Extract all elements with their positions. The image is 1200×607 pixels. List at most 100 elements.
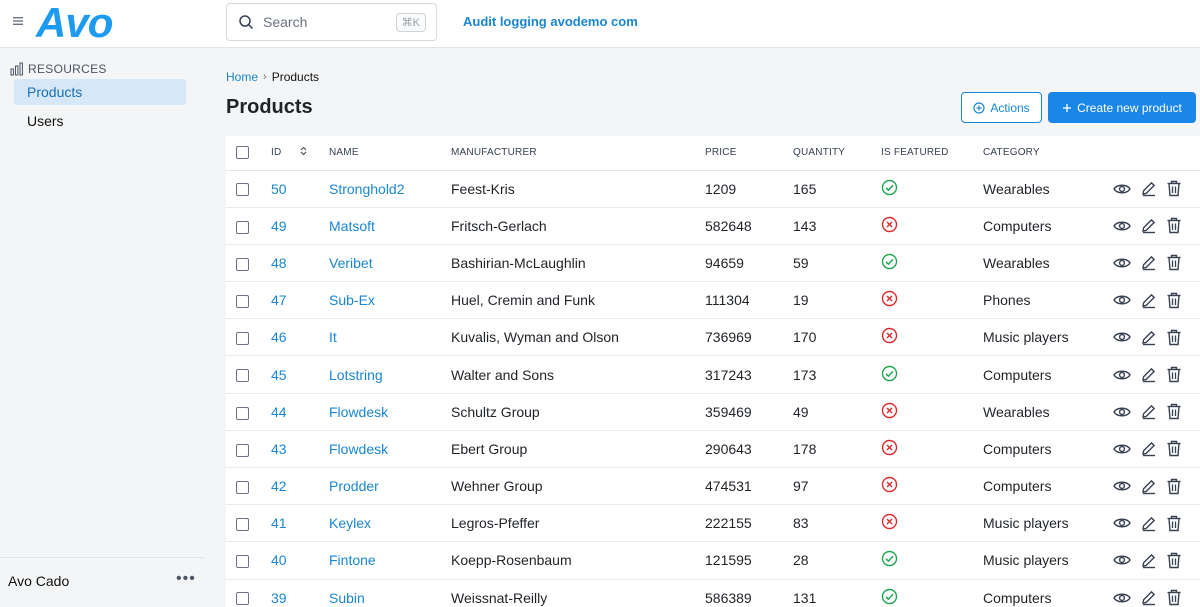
eye-icon[interactable] (1113, 405, 1131, 419)
row-name-link[interactable]: Subin (329, 590, 365, 606)
hamburger-menu-icon[interactable] (12, 14, 26, 30)
pencil-icon[interactable] (1140, 589, 1157, 606)
row-checkbox[interactable] (236, 480, 249, 494)
row-name-link[interactable]: Lotstring (329, 367, 383, 383)
pencil-icon[interactable] (1140, 180, 1157, 197)
row-manufacturer: Ebert Group (450, 430, 704, 469)
table-row: 42 Prodder Wehner Group 474531 97 Comput… (226, 467, 1200, 506)
trash-icon[interactable] (1166, 589, 1182, 606)
pencil-icon[interactable] (1140, 515, 1157, 532)
row-id-link[interactable]: 44 (271, 404, 287, 420)
column-header-id[interactable]: ID (270, 136, 328, 171)
eye-icon[interactable] (1113, 293, 1131, 307)
eye-icon[interactable] (1113, 330, 1131, 344)
pencil-icon[interactable] (1140, 552, 1157, 569)
row-name-link[interactable]: Flowdesk (329, 441, 388, 457)
row-id-link[interactable]: 48 (271, 255, 287, 271)
row-name-link[interactable]: It (329, 329, 337, 345)
column-header-quantity: QUANTITY (792, 136, 880, 171)
row-id-link[interactable]: 43 (271, 441, 287, 457)
eye-icon[interactable] (1113, 516, 1131, 530)
trash-icon[interactable] (1166, 217, 1182, 234)
row-id-link[interactable]: 47 (271, 292, 287, 308)
row-checkbox[interactable] (236, 592, 249, 606)
row-price: 317243 (704, 355, 792, 394)
table-row: 43 Flowdesk Ebert Group 290643 178 Compu… (226, 430, 1200, 469)
table-row: 45 Lotstring Walter and Sons 317243 173 … (226, 355, 1200, 394)
row-checkbox[interactable] (236, 332, 249, 346)
row-featured-cell (880, 170, 982, 208)
column-header-manufacturer: MANUFACTURER (450, 136, 704, 171)
sidebar-item-users[interactable]: Users (14, 108, 186, 134)
row-checkbox[interactable] (236, 220, 249, 234)
eye-icon[interactable] (1113, 553, 1131, 567)
row-name-link[interactable]: Matsoft (329, 218, 375, 234)
row-name-link[interactable]: Fintone (329, 552, 376, 568)
row-id-link[interactable]: 49 (271, 218, 287, 234)
trash-icon[interactable] (1166, 292, 1182, 309)
trash-icon[interactable] (1166, 329, 1182, 346)
pencil-icon[interactable] (1140, 217, 1157, 234)
row-id-link[interactable]: 42 (271, 478, 287, 494)
row-checkbox[interactable] (236, 518, 249, 532)
actions-button[interactable]: Actions (961, 92, 1042, 123)
select-all-checkbox[interactable] (236, 146, 249, 160)
sort-icon[interactable] (300, 146, 307, 159)
app-logo[interactable]: Avo (36, 2, 113, 44)
row-id-link[interactable]: 41 (271, 515, 287, 531)
row-id-link[interactable]: 50 (271, 181, 287, 197)
row-checkbox[interactable] (236, 443, 249, 457)
trash-icon[interactable] (1166, 254, 1182, 271)
search-box[interactable]: Search ⌘K (226, 3, 437, 41)
trash-icon[interactable] (1166, 180, 1182, 197)
row-checkbox[interactable] (236, 294, 249, 308)
user-menu-button[interactable]: ••• (176, 570, 196, 588)
trash-icon[interactable] (1166, 366, 1182, 383)
pencil-icon[interactable] (1140, 478, 1157, 495)
pencil-icon[interactable] (1140, 329, 1157, 346)
breadcrumb-home[interactable]: Home (226, 70, 258, 84)
eye-icon[interactable] (1113, 368, 1131, 382)
row-id-link[interactable]: 46 (271, 329, 287, 345)
trash-icon[interactable] (1166, 440, 1182, 457)
eye-icon[interactable] (1113, 479, 1131, 493)
row-name-link[interactable]: Sub-Ex (329, 292, 375, 308)
row-id-link[interactable]: 40 (271, 552, 287, 568)
trash-icon[interactable] (1166, 478, 1182, 495)
pencil-icon[interactable] (1140, 366, 1157, 383)
row-checkbox[interactable] (236, 369, 249, 383)
create-new-product-button[interactable]: Create new product (1048, 92, 1196, 123)
row-name-link[interactable]: Flowdesk (329, 404, 388, 420)
sidebar-item-products[interactable]: Products (14, 79, 186, 105)
row-select-cell (226, 170, 270, 208)
eye-icon[interactable] (1113, 182, 1131, 196)
eye-icon[interactable] (1113, 219, 1131, 233)
row-id-link[interactable]: 45 (271, 367, 287, 383)
audit-logging-link[interactable]: Audit logging avodemo com (463, 14, 638, 29)
row-name-link[interactable]: Stronghold2 (329, 181, 405, 197)
row-manufacturer: Bashirian-McLaughlin (450, 244, 704, 283)
trash-icon[interactable] (1166, 403, 1182, 420)
pencil-icon[interactable] (1140, 254, 1157, 271)
row-name-link[interactable]: Veribet (329, 255, 373, 271)
row-checkbox[interactable] (236, 257, 249, 271)
pencil-icon[interactable] (1140, 292, 1157, 309)
row-checkbox[interactable] (236, 555, 249, 569)
pencil-icon[interactable] (1140, 440, 1157, 457)
row-price: 222155 (704, 504, 792, 543)
eye-icon[interactable] (1113, 256, 1131, 270)
eye-icon[interactable] (1113, 442, 1131, 456)
row-checkbox[interactable] (236, 183, 249, 197)
table-row: 50 Stronghold2 Feest-Kris 1209 165 Weara… (226, 170, 1200, 208)
pencil-icon[interactable] (1140, 403, 1157, 420)
sidebar-section-label: RESOURCES (28, 62, 107, 76)
row-name-link[interactable]: Keylex (329, 515, 371, 531)
row-name-link[interactable]: Prodder (329, 478, 379, 494)
trash-icon[interactable] (1166, 515, 1182, 532)
row-checkbox[interactable] (236, 406, 249, 420)
row-id-link[interactable]: 39 (271, 590, 287, 606)
row-category: Music players (982, 318, 1112, 357)
eye-icon[interactable] (1113, 591, 1131, 605)
trash-icon[interactable] (1166, 552, 1182, 569)
row-featured-cell (880, 207, 982, 245)
